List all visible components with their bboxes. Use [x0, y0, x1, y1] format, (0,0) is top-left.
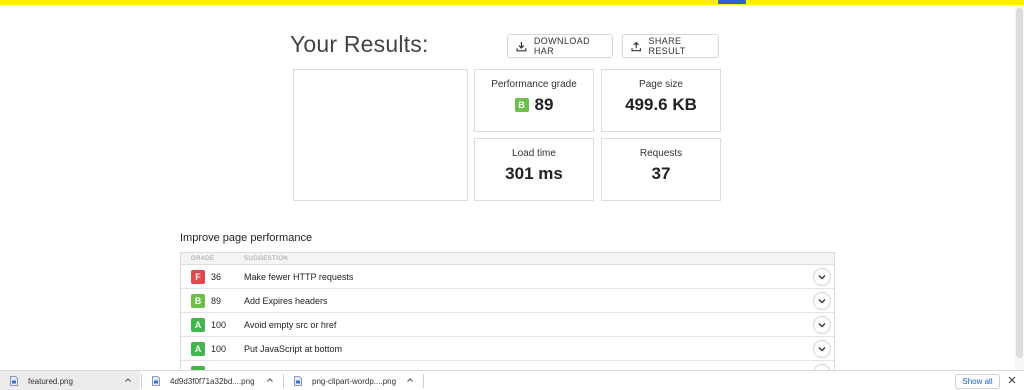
load-time-value: 301 ms [505, 164, 563, 183]
download-har-button[interactable]: DOWNLOAD HAR [507, 34, 613, 58]
page-title: Your Results: [290, 31, 429, 57]
row-suggestion: Put JavaScript at bottom [244, 344, 343, 354]
row-score: 100 [211, 344, 227, 354]
screenshot-placeholder [293, 69, 468, 201]
download-icon [516, 41, 527, 51]
performance-grade-row: B 89 [475, 95, 593, 115]
table-row[interactable]: A 100 Avoid empty src or href [181, 313, 834, 337]
share-result-label: SHARE RESULT [648, 36, 686, 56]
grade-badge: F [191, 270, 205, 284]
performance-grade-value: 89 [534, 95, 554, 114]
suggestion-column-header: SUGGESTION [244, 256, 289, 262]
download-separator [423, 374, 424, 388]
requests-label: Requests [639, 148, 683, 159]
chevron-down-icon[interactable] [813, 292, 831, 310]
close-icon[interactable] [1007, 375, 1017, 385]
table-row[interactable]: B 89 Add Expires headers [181, 289, 834, 313]
page-size-label: Page size [639, 79, 683, 90]
row-score: 100 [211, 320, 227, 330]
chevron-down-icon[interactable] [813, 268, 831, 286]
row-suggestion: Make fewer HTTP requests [244, 272, 354, 282]
table-row[interactable]: F 36 Make fewer HTTP requests [181, 265, 834, 289]
grade-badge: A [191, 342, 205, 356]
suggestions-table: GRADE SUGGESTION F 36 Make fewer HTTP re… [180, 252, 835, 370]
downloads-bar: featured.png 4d9d3f0f71a32bd....png png-… [0, 370, 1024, 390]
file-icon [294, 376, 302, 386]
row-score: 89 [211, 296, 222, 306]
caret-up-icon[interactable] [124, 376, 132, 384]
grade-badge: B [514, 98, 529, 112]
table-row[interactable]: A 100 Put JavaScript at bottom [181, 337, 834, 361]
grade-column-header: GRADE [191, 256, 215, 262]
download-item[interactable]: png-clipart-wordp....png [284, 371, 422, 390]
requests-value: 37 [651, 164, 671, 183]
chevron-down-icon[interactable] [813, 340, 831, 358]
brand-top-bar [0, 0, 1024, 5]
requests-card: Requests 37 [601, 138, 721, 201]
table-row-partial[interactable] [181, 361, 834, 370]
share-result-button[interactable]: SHARE RESULT [622, 34, 719, 58]
grade-badge: B [191, 294, 205, 308]
caret-up-icon[interactable] [406, 376, 414, 384]
performance-grade-label: Performance grade [491, 79, 577, 90]
page-size-card: Page size 499.6 KB [601, 69, 721, 132]
grade-badge: A [191, 318, 205, 332]
download-item[interactable]: 4d9d3f0f71a32bd....png [142, 371, 282, 390]
load-time-label: Load time [512, 148, 556, 159]
show-all-button[interactable]: Show all [955, 374, 1000, 389]
tab-indicator [718, 0, 746, 4]
scrollbar-thumb[interactable] [1016, 8, 1023, 358]
share-icon [631, 41, 641, 51]
page-size-value: 499.6 KB [625, 95, 697, 114]
download-filename: 4d9d3f0f71a32bd....png [170, 376, 255, 386]
caret-up-icon[interactable] [266, 376, 274, 384]
row-score: 36 [211, 272, 222, 282]
download-filename: png-clipart-wordp....png [312, 376, 397, 386]
row-suggestion: Add Expires headers [244, 296, 328, 306]
performance-grade-card: Performance grade B 89 [474, 69, 594, 132]
row-suggestion: Avoid empty src or href [244, 320, 337, 330]
download-har-label: DOWNLOAD HAR [533, 36, 591, 56]
file-icon [10, 376, 18, 386]
load-time-card: Load time 301 ms [474, 138, 594, 201]
table-header: GRADE SUGGESTION [181, 253, 834, 265]
chevron-down-icon[interactable] [813, 316, 831, 334]
file-icon [152, 376, 160, 386]
improve-section-title: Improve page performance [180, 232, 313, 244]
download-item[interactable]: featured.png [0, 371, 140, 390]
download-filename: featured.png [28, 376, 73, 386]
